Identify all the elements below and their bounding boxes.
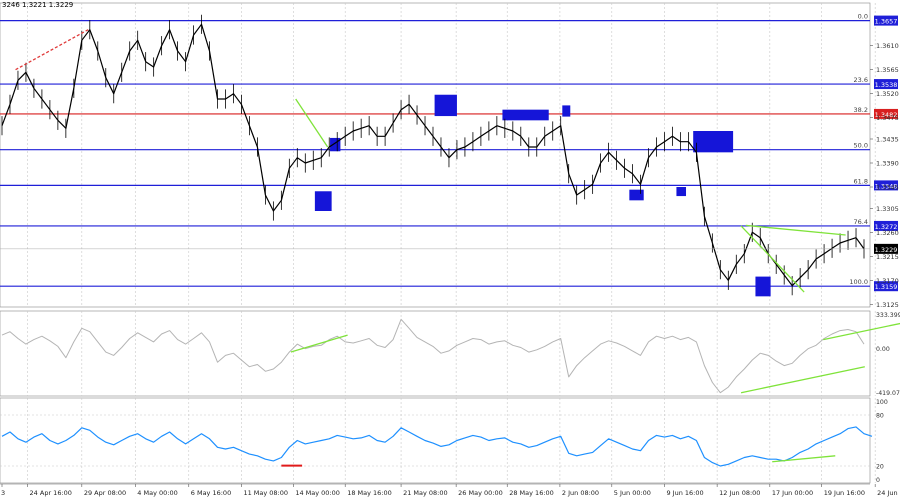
rsi-tick-label: 80 [876,413,884,420]
y-tick-label: 1.3390 [876,160,899,168]
x-tick-label: 11 May 08:00 [243,489,288,497]
zone-box [676,187,687,197]
cci-tick-label: 333.3997 [876,312,900,319]
fib-level-label: 76.4 [854,218,868,226]
fib-level-label: 38.2 [854,106,868,114]
zone-box [502,109,549,121]
current-price-label: 1.3229 [875,246,898,254]
x-tick-label: 2 Jun 08:00 [562,489,599,497]
fib-level-label: 50.0 [854,142,868,150]
chart-root: 3246 1.3221 1.3229 0.0 1.3657 23.6 1.3538 38… [0,0,900,500]
fib-level-label: 0.0 [858,13,868,21]
y-tick-label: 1.3520 [876,90,899,98]
x-tick-label: 12 Jun 08:00 [719,489,760,497]
y-tick-label: 1.3305 [876,205,899,213]
x-tick-label: 28 May 16:00 [509,489,554,497]
y-tick-label: 1.3260 [876,229,899,237]
x-tick-label: 29 Apr 08:00 [84,489,126,497]
rsi-tick-label: 0 [876,477,880,484]
x-tick-label: 9 Jun 16:00 [666,489,703,497]
zone-box [755,276,771,297]
price-tag-label: 1.3538 [875,81,898,89]
fib-level-label: 100.0 [849,278,868,286]
y-tick-label: 1.3610 [876,42,899,50]
rsi-tick-label: 100 [876,399,888,406]
x-tick-label: 18 May 16:00 [347,489,392,497]
x-tick-label: 14 May 00:00 [295,489,340,497]
y-tick-label: 1.3170 [876,277,899,285]
y-tick-label: 1.3435 [876,136,899,144]
y-tick-label: 1.3475 [876,114,899,122]
y-tick-label: 1.3345 [876,184,899,192]
zone-box [562,105,571,117]
fib-level-label: 23.6 [854,76,868,84]
symbol-header: 3246 1.3221 1.3229 [2,1,74,9]
cci-tick-label: -419.071 [876,390,900,397]
zone-box [314,191,332,211]
x-tick-label: 17 Jun 00:00 [772,489,813,497]
cci-tick-label: 0.00 [876,346,890,353]
y-tick-label: 1.3125 [876,301,899,309]
rsi-tick-label: 20 [876,464,884,471]
zone-box [693,131,734,153]
y-tick-label: 1.3215 [876,253,899,261]
x-tick-label: 6 May 16:00 [191,489,231,497]
fib-level-label: 61.8 [854,177,868,185]
x-tick-label: 5 Jun 00:00 [614,489,651,497]
x-tick-label: 3 [1,489,5,497]
y-tick-label: 1.3565 [876,66,899,74]
x-tick-label: 24 Apr 16:00 [30,489,72,497]
x-tick-label: 19 Jun 16:00 [824,489,865,497]
price-tag-label: 1.3657 [875,18,898,26]
x-tick-label: 4 May 00:00 [137,489,177,497]
zone-box [434,94,457,117]
chart-svg: 0.01.365723.61.353838.21.348250.061.81.3… [0,0,900,500]
zone-box [629,189,644,201]
x-tick-label: 24 Jun 08:00 [877,489,900,497]
x-tick-label: 26 May 00:00 [458,489,503,497]
x-tick-label: 21 May 08:00 [403,489,448,497]
